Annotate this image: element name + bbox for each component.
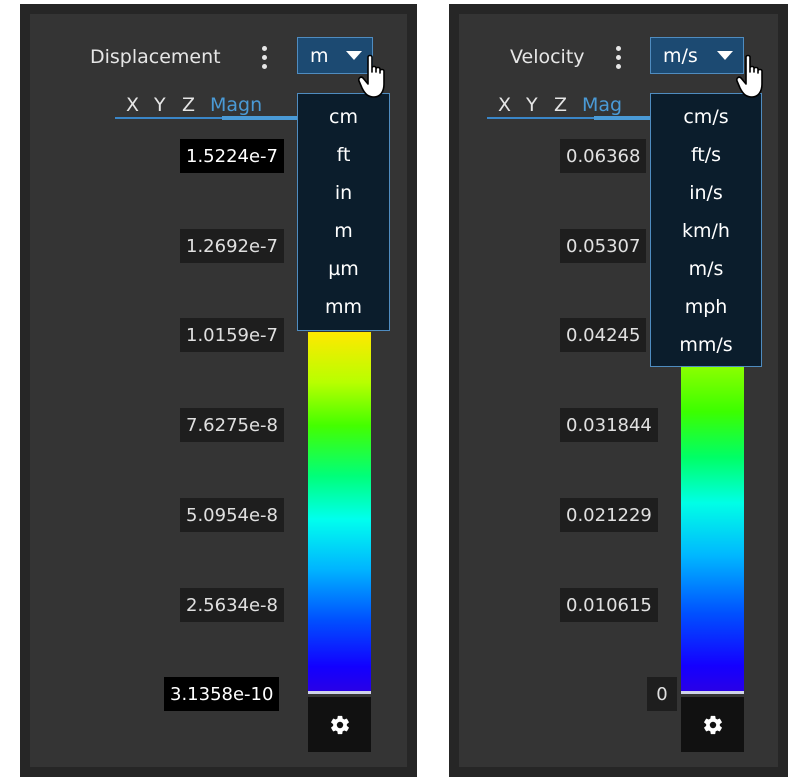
unit-option-um[interactable]: µm (298, 250, 389, 288)
tab-magnitude[interactable]: Magn (210, 94, 262, 116)
color-scale-bar (308, 332, 371, 692)
caret-down-icon (717, 51, 733, 60)
legend-tick-value: 7.6275e-8 (180, 408, 285, 442)
tab-y[interactable]: Y (154, 94, 166, 116)
legend-tick-value: 1.0159e-7 (180, 318, 285, 352)
unit-dropdown-menu: cm ft in m µm mm (297, 93, 390, 331)
legend-max-value: 0.06368 (560, 139, 647, 173)
legend-min-value: 3.1358e-10 (164, 677, 280, 711)
legend-tick-value: 0.05307 (560, 229, 647, 263)
hand-cursor-icon (358, 54, 385, 98)
legend-tick-value: 0.031844 (560, 408, 658, 442)
unit-option-in-s[interactable]: in/s (651, 174, 761, 212)
settings-button[interactable] (308, 697, 371, 752)
more-options-icon[interactable] (616, 46, 622, 74)
tab-x[interactable]: X (126, 94, 139, 116)
settings-button[interactable] (681, 697, 744, 752)
legend-panel-velocity: Velocity m/s X Y Z Mag 0.06368 0.05307 0… (449, 4, 788, 777)
unit-option-m[interactable]: m (298, 212, 389, 250)
tab-z[interactable]: Z (182, 94, 195, 116)
legend-tick-value: 0.04245 (560, 318, 647, 352)
hand-cursor-icon (736, 54, 763, 98)
legend-tick-value: 5.0954e-8 (180, 498, 285, 532)
legend-tick-value: 0.021229 (560, 498, 658, 532)
unit-option-ft[interactable]: ft (298, 136, 389, 174)
unit-option-mm-s[interactable]: mm/s (651, 326, 761, 364)
legend-panel-displacement: Displacement m X Y Z Magn 1.5224e-7 1.26… (20, 4, 417, 777)
active-tab-indicator (594, 116, 654, 120)
quantity-label: Displacement (90, 46, 221, 68)
unit-dropdown-value: m (310, 44, 329, 67)
unit-dropdown-button[interactable]: m/s (650, 37, 744, 74)
unit-dropdown-menu: cm/s ft/s in/s km/h m/s mph mm/s (650, 93, 762, 367)
active-tab-indicator (222, 116, 297, 120)
unit-option-m-s[interactable]: m/s (651, 250, 761, 288)
legend-tick-value: 1.2692e-7 (180, 229, 285, 263)
unit-option-cm[interactable]: cm (298, 98, 389, 136)
unit-option-km-h[interactable]: km/h (651, 212, 761, 250)
color-scale-bottom-line (308, 691, 371, 694)
color-scale-bar (681, 366, 744, 692)
legend-tick-value: 0.010615 (560, 588, 658, 622)
more-options-icon[interactable] (262, 46, 268, 74)
unit-option-in[interactable]: in (298, 174, 389, 212)
unit-option-mm[interactable]: mm (298, 288, 389, 326)
legend-max-value: 1.5224e-7 (180, 139, 285, 173)
unit-option-mph[interactable]: mph (651, 288, 761, 326)
tab-z[interactable]: Z (554, 94, 567, 116)
tab-x[interactable]: X (498, 94, 511, 116)
gear-icon (330, 715, 349, 734)
legend-min-value: 0 (647, 677, 677, 711)
tab-magnitude[interactable]: Mag (582, 94, 622, 116)
gear-icon (703, 715, 722, 734)
tab-y[interactable]: Y (526, 94, 538, 116)
unit-dropdown-value: m/s (663, 44, 698, 67)
legend-tick-value: 2.5634e-8 (180, 588, 285, 622)
quantity-label: Velocity (510, 46, 585, 68)
color-scale-bottom-line (681, 691, 744, 694)
unit-option-ft-s[interactable]: ft/s (651, 136, 761, 174)
unit-option-cm-s[interactable]: cm/s (651, 98, 761, 136)
